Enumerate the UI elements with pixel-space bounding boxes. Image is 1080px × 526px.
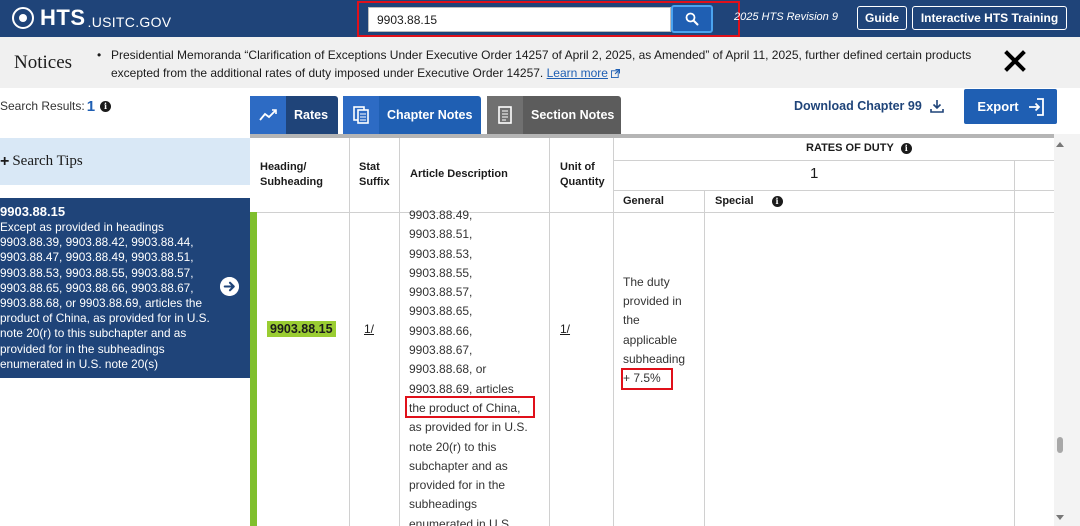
row-unit-footnote[interactable]: 1/	[560, 322, 570, 336]
header-divider	[613, 190, 1054, 191]
header-rates-of-duty: RATES OF DUTY i	[806, 141, 912, 156]
arrow-right-circle-icon[interactable]	[220, 277, 239, 296]
search-tips-toggle[interactable]: + Search Tips	[0, 138, 250, 185]
header-column-1: 1	[810, 165, 819, 182]
hts-revision-label: 2025 HTS Revision 9	[734, 11, 838, 23]
scroll-up-arrow-icon[interactable]	[1056, 142, 1064, 147]
table-top-rule	[250, 134, 1054, 138]
download-chapter-link[interactable]: Download Chapter 99	[794, 98, 944, 114]
column-divider	[349, 138, 350, 526]
logo-sub-text: .USITC.GOV	[87, 13, 172, 30]
column-divider	[704, 190, 705, 526]
tab-rates-label: Rates	[294, 108, 329, 122]
tab-chapter-notes[interactable]: Chapter Notes	[343, 96, 481, 134]
bullet-icon: •	[97, 48, 102, 62]
search-results-label: Search Results:	[0, 99, 85, 113]
plus-icon: +	[0, 152, 10, 170]
header-stat-suffix: Stat Suffix	[359, 161, 390, 188]
info-icon[interactable]: i	[100, 100, 112, 112]
guide-button[interactable]: Guide	[857, 6, 907, 30]
notice-item: • Presidential Memoranda “Clarification …	[97, 46, 977, 82]
row-stat-suffix-footnote[interactable]: 1/	[364, 322, 374, 336]
search-button[interactable]	[671, 5, 713, 33]
learn-more-link[interactable]: Learn more	[547, 66, 608, 80]
info-icon[interactable]: i	[771, 196, 783, 207]
result-code: 9903.88.15	[0, 204, 66, 219]
rates-table: Heading/ Subheading Stat Suffix Article …	[250, 134, 1054, 526]
tab-rates[interactable]: Rates	[250, 96, 338, 134]
download-chapter-label: Download Chapter 99	[794, 99, 922, 113]
header-divider	[613, 160, 1054, 161]
row-heading-code: 9903.88.15	[267, 321, 336, 337]
search-icon	[685, 12, 699, 26]
close-notices-icon[interactable]	[1003, 49, 1027, 73]
usitc-seal-icon	[12, 7, 34, 29]
export-icon	[1028, 97, 1044, 116]
vertical-scrollbar[interactable]	[1054, 134, 1080, 526]
header-special: Special i	[715, 194, 783, 209]
result-description: Except as provided in headings 9903.88.3…	[0, 220, 210, 371]
header-unit-of-quantity: Unit of Quantity	[560, 161, 605, 188]
annotation-highlight-box	[621, 368, 673, 390]
scrollbar-thumb[interactable]	[1057, 437, 1063, 453]
search-annotation-box	[357, 1, 740, 37]
column-divider	[1014, 160, 1015, 526]
export-label: Export	[977, 99, 1019, 114]
column-divider	[613, 138, 614, 526]
external-link-icon	[611, 68, 621, 78]
notices-title: Notices	[14, 52, 73, 73]
header-article-description: Article Description	[410, 168, 508, 180]
copy-document-icon	[343, 96, 379, 134]
header-heading-subheading: Heading/ Subheading	[260, 161, 323, 188]
search-result-card[interactable]: 9903.88.15 Except as provided in heading…	[0, 198, 250, 378]
column-divider	[399, 138, 400, 526]
search-input[interactable]	[368, 7, 671, 32]
header-general: General	[623, 195, 664, 207]
download-icon	[929, 100, 944, 113]
notice-text: Presidential Memoranda “Clarification of…	[111, 48, 972, 80]
export-button[interactable]: Export	[964, 89, 1057, 124]
top-navigation-bar: HTS .USITC.GOV 2025 HTS Revision 9 Guide…	[0, 0, 1080, 37]
selected-row-indicator	[250, 212, 257, 526]
tab-section-notes[interactable]: Section Notes	[487, 96, 621, 134]
site-logo[interactable]: HTS .USITC.GOV	[12, 5, 171, 31]
search-tips-label: Search Tips	[12, 153, 83, 169]
search-results-summary: Search Results: 1 i	[0, 96, 112, 116]
row-article-description: 9903.88.49, 9903.88.51, 9903.88.53, 9903…	[409, 208, 528, 526]
column-divider	[549, 138, 550, 526]
search-results-count: 1	[86, 97, 96, 115]
annotation-highlight-box	[405, 396, 535, 418]
tab-section-notes-label: Section Notes	[531, 108, 615, 122]
tab-chapter-notes-label: Chapter Notes	[387, 108, 473, 122]
scroll-down-arrow-icon[interactable]	[1056, 515, 1064, 520]
document-icon	[487, 96, 523, 134]
header-bottom-rule	[250, 212, 1054, 213]
notices-banner: Notices • Presidential Memoranda “Clarif…	[0, 37, 1080, 88]
chart-line-icon	[250, 96, 286, 134]
logo-main-text: HTS	[40, 5, 86, 30]
info-icon[interactable]: i	[900, 143, 912, 154]
interactive-training-button[interactable]: Interactive HTS Training	[912, 6, 1067, 30]
